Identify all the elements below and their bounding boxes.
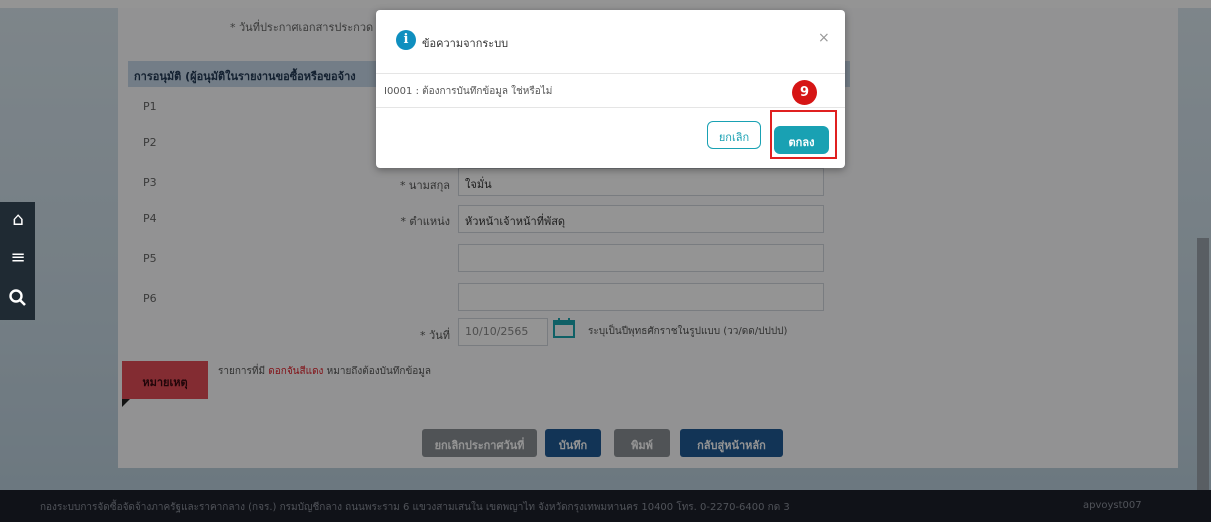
dialog-message: I0001 : ต้องการบันทึกข้อมูล ใช่หรือไม่ — [384, 86, 553, 97]
search-icon[interactable] — [8, 288, 28, 308]
ok-button-highlight — [770, 110, 837, 159]
info-icon: i — [396, 30, 416, 50]
sidebar: ⌂ ≡ — [0, 202, 35, 320]
dialog-title: ข้อความจากระบบ — [422, 37, 509, 50]
menu-icon[interactable]: ≡ — [8, 248, 28, 268]
dialog-header: i ข้อความจากระบบ × — [376, 10, 845, 74]
dialog-cancel-button[interactable]: ยกเลิก — [707, 121, 761, 149]
close-icon[interactable]: × — [818, 30, 830, 46]
step-badge: 9 — [792, 80, 817, 105]
dialog-body: I0001 : ต้องการบันทึกข้อมูล ใช่หรือไม่ — [376, 74, 845, 108]
home-icon[interactable]: ⌂ — [8, 210, 28, 230]
